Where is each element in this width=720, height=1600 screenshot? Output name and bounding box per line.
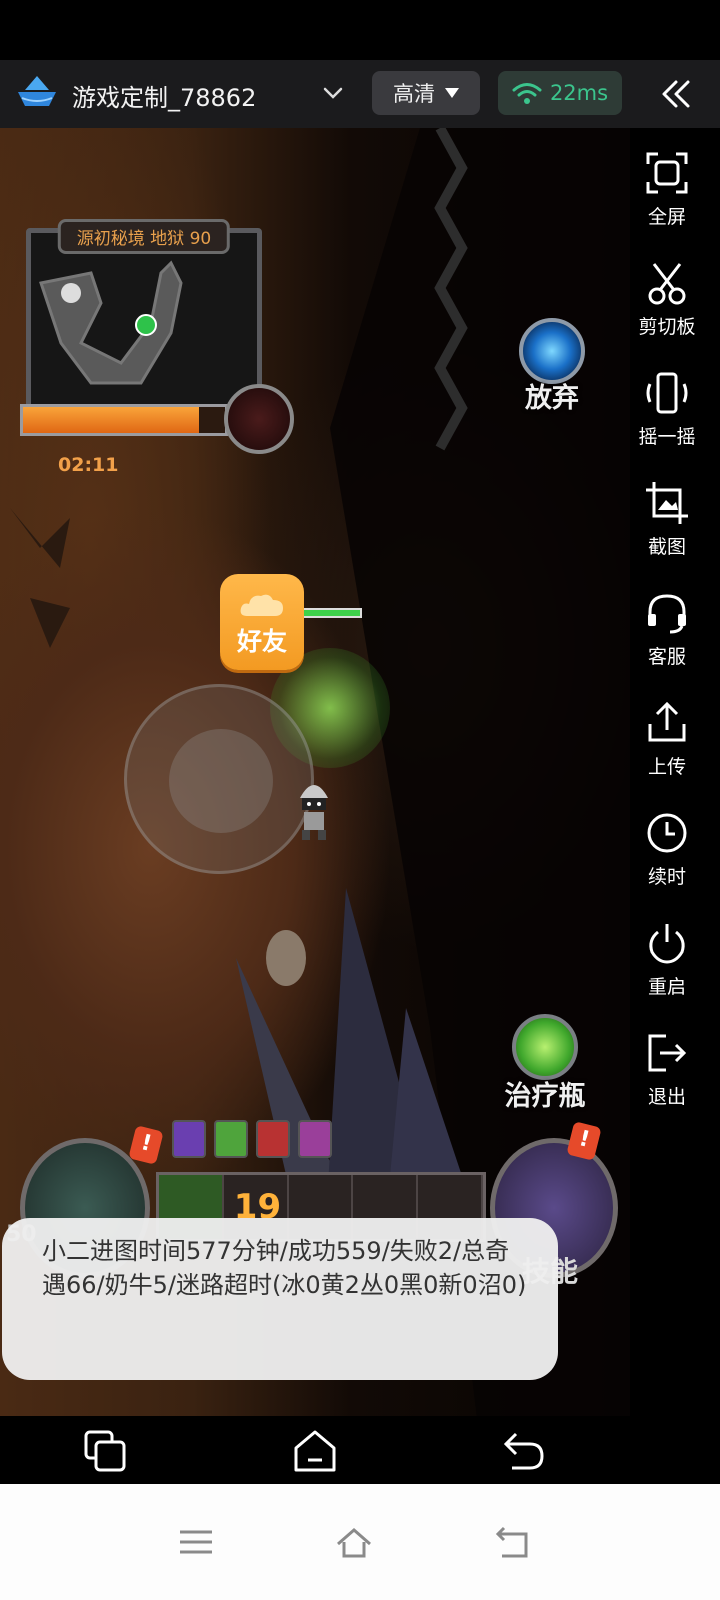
caret-down-icon: [445, 88, 459, 98]
upload-button[interactable]: 上传: [630, 700, 704, 779]
back-icon[interactable]: [492, 1522, 532, 1562]
enemy-health-bar: [302, 608, 362, 618]
menu-icon[interactable]: [176, 1522, 216, 1562]
power-icon: [649, 924, 685, 964]
portal-icon: [519, 318, 585, 384]
ping-label: 22ms: [549, 81, 609, 105]
sidebar-label: 截图: [647, 536, 686, 558]
sidebar-label: 续时: [647, 866, 686, 888]
dungeon-timer: 02:11: [58, 454, 119, 476]
sidebar-label: 上传: [647, 756, 686, 778]
buff-icon: [298, 1120, 332, 1158]
potion-icon: [512, 1014, 578, 1080]
window-title: 游戏定制_78862: [72, 84, 257, 112]
buff-bar: [172, 1120, 332, 1158]
screenshot-button[interactable]: 截图: [630, 480, 704, 559]
minimap-layout: [39, 260, 183, 385]
fullscreen-button[interactable]: 全屏: [630, 150, 704, 229]
wifi-icon: [512, 83, 542, 104]
timer-bar-fill: [23, 407, 199, 433]
cloud-boat-logo-icon: [18, 76, 56, 106]
abandon-label: 放弃: [525, 383, 579, 414]
clipboard-button[interactable]: 剪切板: [630, 260, 704, 339]
headset-icon: [648, 594, 686, 634]
toast-message: 小二进图时间577分钟/成功559/失败2/总奇遇66/奶牛5/迷路超时(冰0黄…: [42, 1237, 527, 1299]
sidebar-label: 剪切板: [638, 316, 696, 338]
quality-dropdown[interactable]: 高清: [372, 71, 480, 115]
sidebar-label: 重启: [647, 976, 686, 998]
remote-nav-bar: [0, 1416, 720, 1484]
friend-label: 好友: [236, 627, 287, 656]
clock-icon: [647, 813, 687, 853]
shake-phone-icon: [646, 372, 688, 414]
restart-button[interactable]: 重启: [630, 920, 704, 999]
exit-button[interactable]: 退出: [630, 1030, 704, 1109]
healing-potion-button[interactable]: 治疗瓶: [500, 998, 590, 1118]
shake-button[interactable]: 摇一摇: [630, 370, 704, 449]
rock-spikes: [236, 888, 476, 1218]
double-chevron-left-icon[interactable]: [654, 72, 698, 116]
recent-apps-icon[interactable]: [80, 1426, 130, 1476]
sidebar-label: 全屏: [647, 206, 686, 228]
system-nav-bar: [0, 1484, 720, 1600]
hero-character: [300, 785, 328, 840]
network-ping-indicator[interactable]: 22ms: [498, 71, 622, 115]
chevron-down-icon[interactable]: [320, 80, 346, 106]
home-icon[interactable]: [334, 1522, 374, 1562]
support-button[interactable]: 客服: [630, 590, 704, 669]
buff-icon: [172, 1120, 206, 1158]
boss-skull-icon: [224, 384, 294, 454]
extend-time-button[interactable]: 续时: [630, 810, 704, 889]
potion-label: 治疗瓶: [504, 1081, 586, 1112]
minimap[interactable]: 源初秘境 地狱 90: [26, 219, 262, 410]
virtual-joystick[interactable]: [124, 684, 314, 874]
screenshot-icon: [646, 482, 688, 524]
sidebar-label: 客服: [647, 646, 686, 668]
dungeon-timer-bar: [20, 404, 228, 436]
status-toast: 小二进图时间577分钟/成功559/失败2/总奇遇66/奶牛5/迷路超时(冰0黄…: [2, 1218, 558, 1380]
abandon-button[interactable]: 放弃: [516, 318, 588, 414]
friend-button[interactable]: 好友: [220, 574, 304, 670]
top-bar: 游戏定制_78862 高清 22ms: [0, 60, 720, 128]
cloud-icon: [240, 594, 283, 616]
buff-icon: [256, 1120, 290, 1158]
fullscreen-icon: [646, 152, 688, 194]
upload-icon: [648, 701, 686, 742]
back-icon[interactable]: [498, 1426, 548, 1476]
joystick-knob[interactable]: [169, 729, 273, 833]
sidebar-label: 退出: [647, 1086, 686, 1108]
quality-label: 高清: [393, 82, 435, 106]
sidebar-label: 摇一摇: [638, 426, 696, 448]
scissors-icon: [648, 263, 686, 305]
home-icon[interactable]: [290, 1426, 340, 1476]
cloud-toolbar: 全屏 剪切板 摇一摇 截图 客服 上传 续时 重启 退出: [630, 128, 720, 1444]
buff-icon: [214, 1120, 248, 1158]
exit-icon: [648, 1034, 687, 1072]
